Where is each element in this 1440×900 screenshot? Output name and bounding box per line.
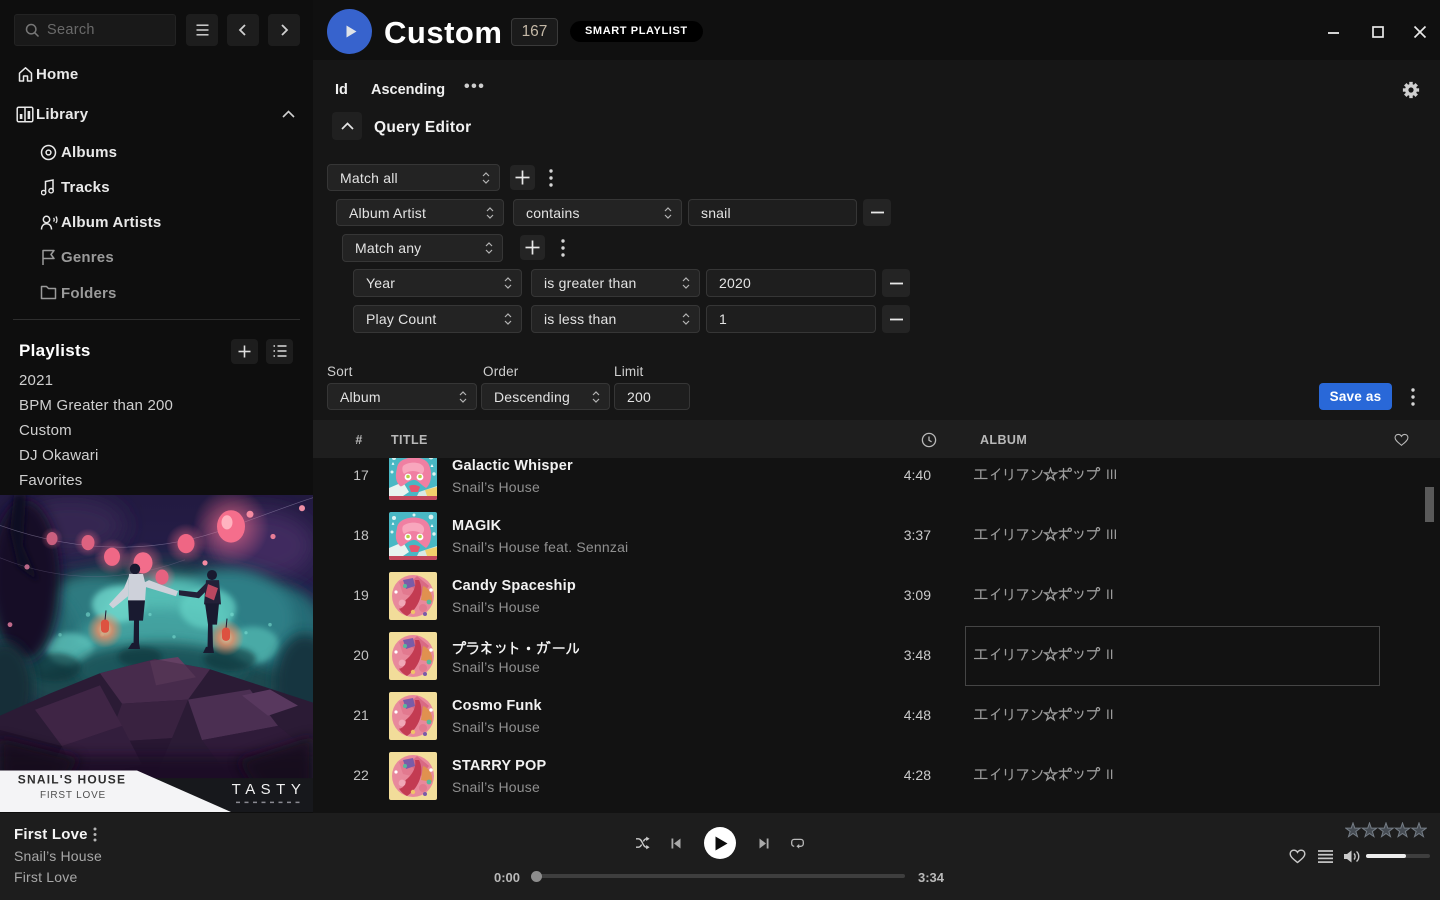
svg-text:TASTY: TASTY xyxy=(232,781,307,798)
svg-text:SNAIL'S HOUSE: SNAIL'S HOUSE xyxy=(18,773,126,787)
svg-text:FIRST LOVE: FIRST LOVE xyxy=(40,790,106,801)
